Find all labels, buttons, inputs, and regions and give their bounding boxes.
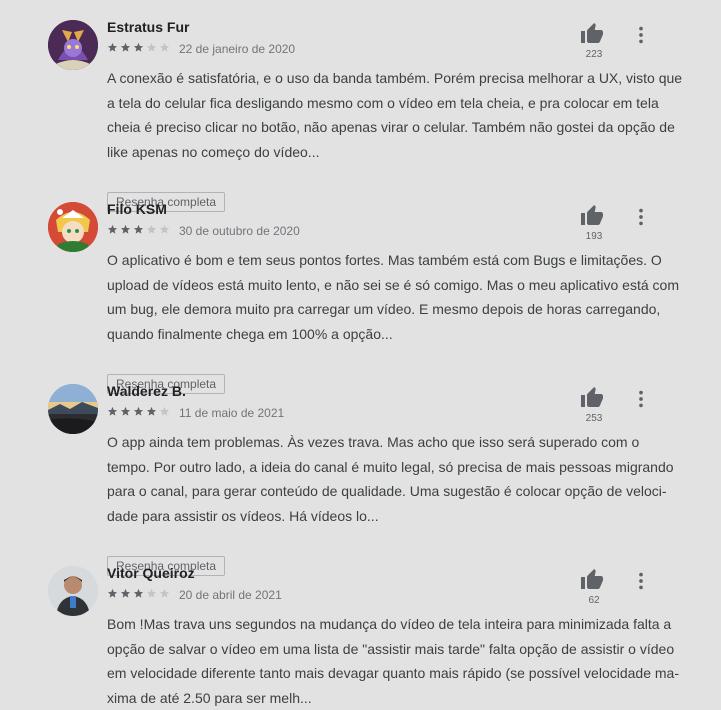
star-icon	[159, 406, 170, 417]
review-text-line: tempo. Por outro lado, a ideia do canal …	[107, 455, 672, 480]
star-icon	[107, 42, 118, 53]
reviewer-name: Filo KSM	[107, 201, 167, 217]
star-icon	[133, 406, 144, 417]
star-icon	[146, 224, 157, 235]
review-text-line: Bom !Mas trava uns segundos na mudança d…	[107, 612, 672, 637]
star-icon	[120, 588, 131, 599]
review-text-line: para o canal, para gerar conteúdo de qua…	[107, 479, 672, 504]
star-icon	[146, 42, 157, 53]
review-text: O aplicativo é bom e tem seus pontos for…	[107, 248, 672, 346]
more-vert-icon[interactable]	[630, 570, 652, 592]
star-icon	[133, 224, 144, 235]
thumbs-up-icon[interactable]	[579, 386, 607, 412]
review-text-line: a tela do celular fica desligando mesmo …	[107, 91, 672, 116]
star-icon	[107, 224, 118, 235]
reviewer-name: Walderez B.	[107, 383, 186, 399]
star-icon	[146, 588, 157, 599]
review-date: 22 de janeiro de 2020	[179, 42, 295, 56]
review-text: O app ainda tem problemas. Às vezes trav…	[107, 430, 672, 528]
star-rating	[107, 224, 172, 238]
reviewer-name: Vitor Queiroz	[107, 565, 195, 581]
star-icon	[120, 42, 131, 53]
review-date: 20 de abril de 2021	[179, 588, 282, 602]
more-vert-icon[interactable]	[630, 206, 652, 228]
review-text: Bom !Mas trava uns segundos na mudança d…	[107, 612, 672, 710]
review-text-line: um bug, ele demora muito pra carregar um…	[107, 297, 672, 322]
review-text-line: upload de vídeos está muito lento, e não…	[107, 273, 672, 298]
review-text: A conexão é satisfatória, e o uso da ban…	[107, 66, 672, 164]
review-text-line: cheia é preciso clicar no botão, não ape…	[107, 115, 672, 140]
review-text-line: A conexão é satisfatória, e o uso da ban…	[107, 66, 672, 91]
star-icon	[133, 42, 144, 53]
star-icon	[159, 224, 170, 235]
star-icon	[120, 224, 131, 235]
avatar[interactable]	[48, 566, 98, 616]
review-date: 30 de outubro de 2020	[179, 224, 300, 238]
thumbs-up-icon[interactable]	[579, 204, 607, 230]
reviewer-name: Estratus Fur	[107, 19, 189, 35]
review-date: 11 de maio de 2021	[179, 406, 284, 420]
star-icon	[159, 588, 170, 599]
like-count: 223	[579, 49, 609, 60]
star-rating	[107, 588, 172, 602]
avatar[interactable]	[48, 384, 98, 434]
star-icon	[107, 588, 118, 599]
star-icon	[159, 42, 170, 53]
star-icon	[146, 406, 157, 417]
review-text-line: em velocidade diferente tanto mais devag…	[107, 661, 672, 686]
star-icon	[133, 588, 144, 599]
review-text-line: O aplicativo é bom e tem seus pontos for…	[107, 248, 672, 273]
star-icon	[120, 406, 131, 417]
avatar[interactable]	[48, 20, 98, 70]
star-icon	[107, 406, 118, 417]
review-text-line: like apenas no começo do vídeo...	[107, 140, 672, 165]
like-count: 253	[579, 413, 609, 424]
review-text-line: opção de salvar o vídeo em uma lista de …	[107, 637, 672, 662]
review-text-line: quando finalmente chega em 100% a opção.…	[107, 322, 672, 347]
more-vert-icon[interactable]	[630, 388, 652, 410]
review-text-line: dade para assistir os vídeos. Há vídeos …	[107, 504, 672, 529]
like-count: 193	[579, 231, 609, 242]
thumbs-up-icon[interactable]	[579, 568, 607, 594]
avatar[interactable]	[48, 202, 98, 252]
thumbs-up-icon[interactable]	[579, 22, 607, 48]
star-rating	[107, 406, 172, 420]
like-count: 62	[579, 595, 609, 606]
review-text-line: O app ainda tem problemas. Às vezes trav…	[107, 430, 672, 455]
more-vert-icon[interactable]	[630, 24, 652, 46]
review-text-line: xima de até 2.50 para ser melh...	[107, 686, 672, 710]
star-rating	[107, 42, 172, 56]
